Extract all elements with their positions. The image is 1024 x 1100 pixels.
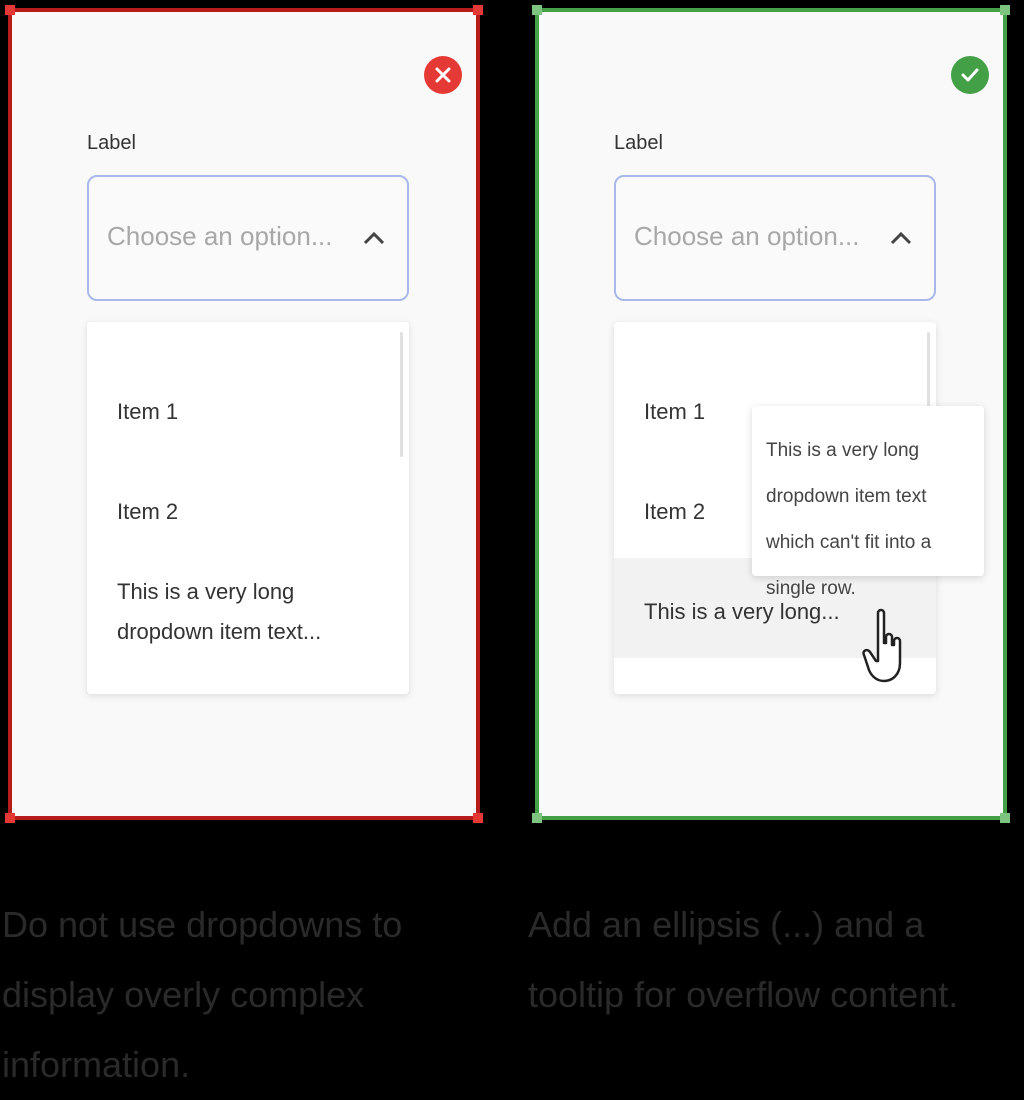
corner-handle <box>1000 813 1010 823</box>
dropdown-menu: Item 1 Item 2 This is a very long dropdo… <box>87 322 409 694</box>
dont-example-card: Label Choose an option... Item 1 Item 2 … <box>5 5 483 823</box>
dropdown-placeholder: Choose an option... <box>107 221 333 251</box>
field-label: Label <box>614 132 663 154</box>
close-icon <box>424 56 462 94</box>
corner-handle <box>473 5 483 15</box>
dropdown-item[interactable]: This is a very long dropdown item text..… <box>117 572 387 652</box>
dropdown-placeholder: Choose an option... <box>634 221 860 251</box>
dont-caption: Do not use dropdowns to display overly c… <box>2 904 403 1085</box>
dropdown-item[interactable]: Item 1 <box>117 392 178 432</box>
dropdown-item[interactable]: Item 1 <box>644 392 705 432</box>
corner-handle <box>473 813 483 823</box>
corner-handle <box>532 5 542 15</box>
chevron-up-icon <box>890 231 912 245</box>
tooltip: This is a very long dropdown item text w… <box>752 406 984 599</box>
dropdown-select[interactable]: Choose an option... <box>87 175 409 301</box>
scrollbar[interactable] <box>400 332 403 457</box>
dropdown-item[interactable]: Item 2 <box>117 492 178 532</box>
hand-cursor-icon <box>862 608 902 683</box>
dropdown-select[interactable]: Choose an option... <box>614 175 936 301</box>
corner-handle <box>5 813 15 823</box>
dropdown-item[interactable]: Item 2 <box>644 492 705 532</box>
do-caption: Add an ellipsis (...) and a tooltip for … <box>528 904 959 1015</box>
chevron-up-icon <box>363 231 385 245</box>
corner-handle <box>1000 5 1010 15</box>
check-icon <box>951 56 989 94</box>
field-label: Label <box>87 132 136 154</box>
corner-handle <box>532 813 542 823</box>
corner-handle <box>5 5 15 15</box>
